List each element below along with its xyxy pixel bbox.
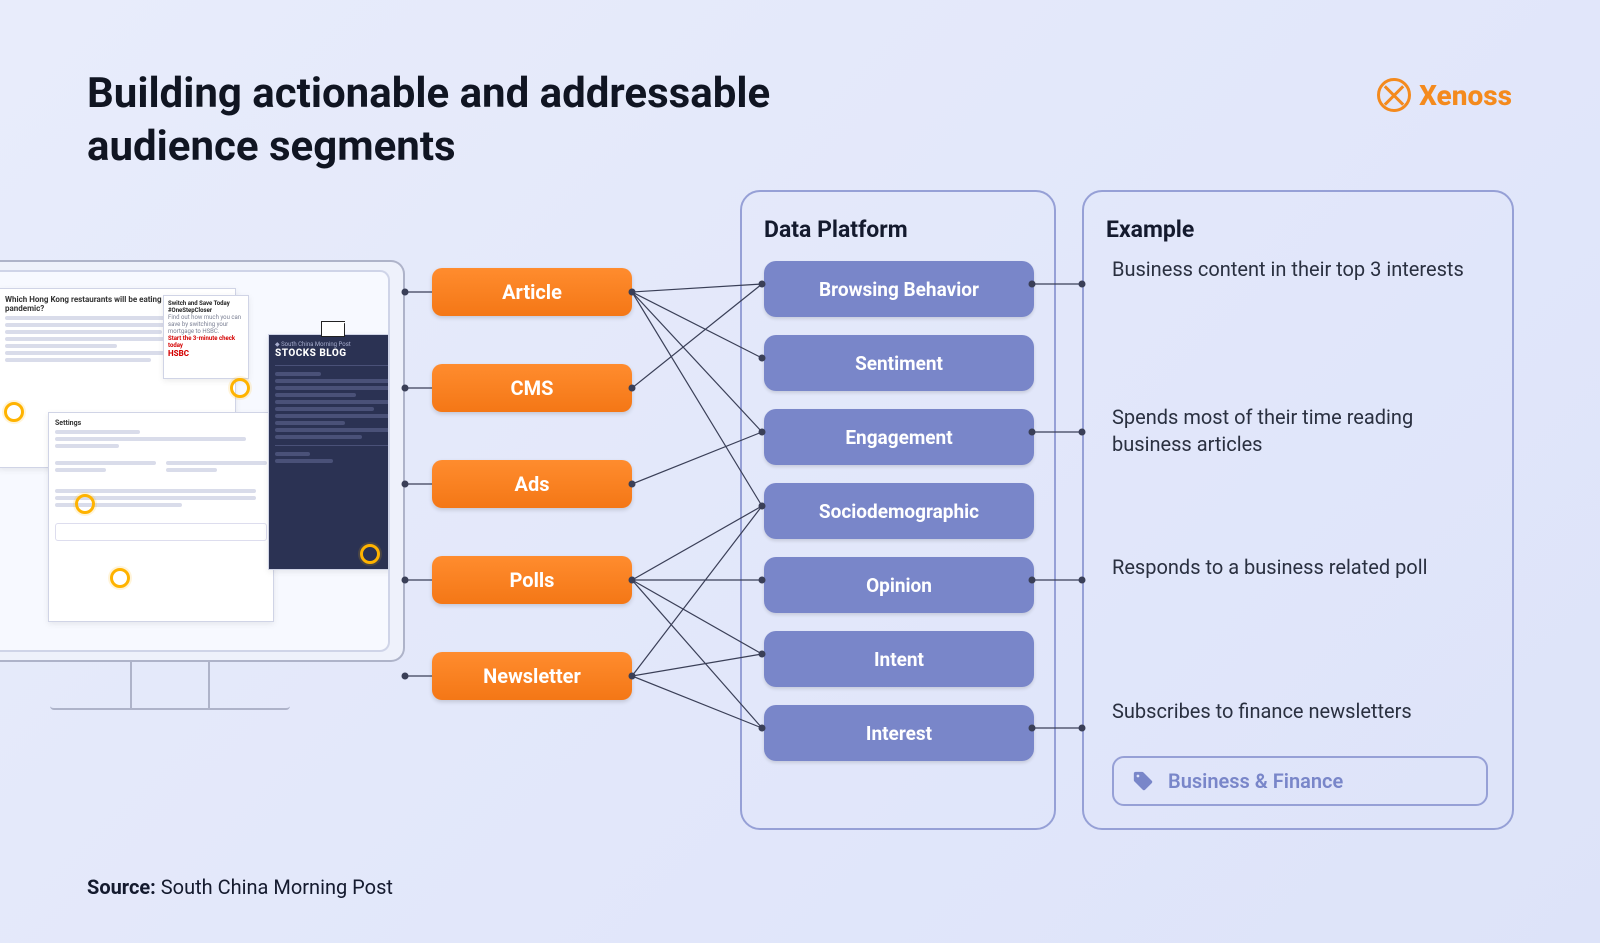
dp-engagement: Engagement xyxy=(764,409,1034,465)
mock-newsletter: ◆ South China Morning Post STOCKS BLOG xyxy=(268,334,390,570)
brand-text: Xenoss xyxy=(1419,79,1512,112)
source-article: Article xyxy=(432,268,632,316)
mail-icon xyxy=(321,321,345,337)
dp-opinion: Opinion xyxy=(764,557,1034,613)
tag-icon xyxy=(1132,770,1154,792)
example-opinion: Responds to a business related poll xyxy=(1112,554,1427,581)
source-newsletter: Newsletter xyxy=(432,652,632,700)
data-platform-panel: Data Platform Browsing Behavior Sentiment… xyxy=(740,190,1056,830)
source-ads: Ads xyxy=(432,460,632,508)
monitor-illustration: Which Hong Kong restaurants will be eati… xyxy=(0,260,405,740)
example-title: Example xyxy=(1106,216,1490,243)
source-cms: CMS xyxy=(432,364,632,412)
example-browsing: Business content in their top 3 interest… xyxy=(1112,256,1464,283)
brand-logo: Xenoss xyxy=(1377,78,1512,112)
example-interest: Subscribes to finance newsletters xyxy=(1112,698,1412,725)
dp-sentiment: Sentiment xyxy=(764,335,1034,391)
mock-poll: Settings xyxy=(48,412,274,622)
example-engagement: Spends most of their time reading busine… xyxy=(1112,404,1482,458)
segment-tag-label: Business & Finance xyxy=(1168,769,1343,793)
dp-interest: Interest xyxy=(764,705,1034,761)
page-title: Building actionable and addressable audi… xyxy=(87,68,827,173)
data-platform-title: Data Platform xyxy=(764,216,1032,243)
dp-sociodemo: Sociodemographic xyxy=(764,483,1034,539)
segment-tag: Business & Finance xyxy=(1112,756,1488,806)
example-panel: Example Business content in their top 3 … xyxy=(1082,190,1514,830)
source-polls: Polls xyxy=(432,556,632,604)
brand-icon xyxy=(1377,78,1411,112)
mock-ad: Switch and Save Today #OneStepCloser Fin… xyxy=(163,295,249,379)
dp-intent: Intent xyxy=(764,631,1034,687)
dp-browsing: Browsing Behavior xyxy=(764,261,1034,317)
source-footer: Source: South China Morning Post xyxy=(87,875,393,899)
